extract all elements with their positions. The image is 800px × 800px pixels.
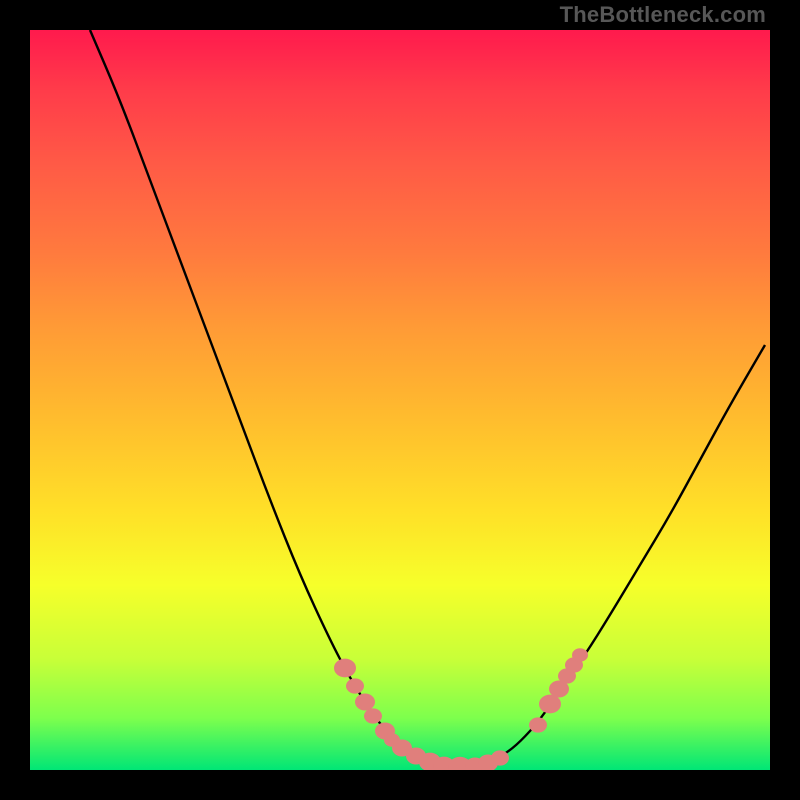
highlight-dot xyxy=(346,678,364,693)
chart-svg xyxy=(30,30,770,770)
attribution-text: TheBottleneck.com xyxy=(560,2,766,28)
highlight-dot xyxy=(491,750,509,765)
highlight-dot xyxy=(334,659,356,678)
highlight-dot xyxy=(529,717,547,732)
bottleneck-curve xyxy=(90,30,765,768)
highlight-dot xyxy=(364,708,382,723)
highlight-dot xyxy=(572,648,588,662)
highlight-dots-group xyxy=(334,648,588,770)
highlight-dot xyxy=(539,695,561,714)
highlight-dot xyxy=(355,694,375,711)
outer-frame: TheBottleneck.com xyxy=(0,0,800,800)
plot-area xyxy=(30,30,770,770)
